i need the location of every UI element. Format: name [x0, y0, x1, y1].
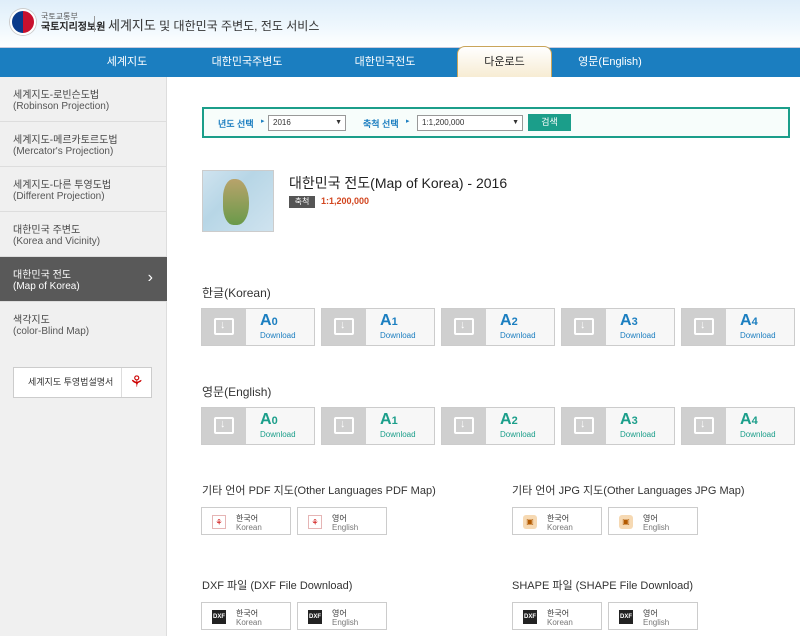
download-english-a4[interactable]: A4Download: [681, 407, 795, 445]
scale-label-arrow-icon: ▸: [406, 118, 410, 125]
dxf-icon: DXF: [523, 610, 537, 624]
other-jpg-english-button[interactable]: ▣ 영어 English: [608, 507, 698, 535]
download-folder-icon: [214, 318, 234, 335]
header-divider: [94, 16, 95, 32]
emblem-icon: [10, 9, 36, 35]
download-english-a3[interactable]: A3Download: [561, 407, 675, 445]
site-header: 국토교통부 국토지리정보원 세계지도 및 대한민국 주변도, 전도 서비스: [0, 0, 800, 48]
jpg-icon: ▣: [619, 515, 633, 529]
scale-value: 1:1,200,000: [321, 196, 370, 206]
download-folder-icon: [574, 417, 594, 434]
dropdown-arrow-icon: ▼: [512, 119, 519, 126]
dxf-icon: DXF: [212, 610, 226, 624]
download-folder-icon: [454, 417, 474, 434]
download-korean-a1[interactable]: A1Download: [321, 308, 435, 346]
map-title: 대한민국 전도(Map of Korea) - 2016: [289, 175, 508, 191]
nav-download[interactable]: 다운로드: [457, 46, 552, 77]
download-folder-icon: [694, 417, 714, 434]
korean-section-title: 한글(Korean): [202, 286, 271, 300]
download-folder-icon: [334, 318, 354, 335]
download-korean-a0[interactable]: A0Download: [201, 308, 315, 346]
scale-select[interactable]: 1:1,200,000 ▼: [417, 115, 523, 131]
scale-label: 축척 선택: [363, 119, 399, 129]
dxf-icon: DXF: [619, 610, 633, 624]
site-title: 세계지도 및 대한민국 주변도, 전도 서비스: [108, 18, 320, 33]
download-korean-a3[interactable]: A3Download: [561, 308, 675, 346]
nav-english[interactable]: 영문(English): [560, 48, 660, 77]
other-pdf-korean-button[interactable]: ⚘ 한국어 Korean: [201, 507, 291, 535]
dxf-icon: DXF: [308, 610, 322, 624]
projection-guide-button[interactable]: 세계지도 투영법설명서 ⚘: [13, 367, 152, 398]
dxf-english-button[interactable]: DXF 영어 English: [297, 602, 387, 630]
download-folder-icon: [334, 417, 354, 434]
dxf-title: DXF 파일 (DXF File Download): [202, 580, 353, 592]
shape-title: SHAPE 파일 (SHAPE File Download): [512, 580, 694, 592]
pdf-icon: ⚘: [308, 515, 322, 529]
year-label-arrow-icon: ▸: [261, 118, 265, 125]
search-button[interactable]: 검색: [528, 114, 571, 131]
main-content: 년도 선택 ▸ 2016 ▼ 축척 선택 ▸ 1:1,200,000 ▼ 검색 대한…: [168, 77, 800, 636]
other-pdf-english-button[interactable]: ⚘ 영어 English: [297, 507, 387, 535]
download-folder-icon: [454, 318, 474, 335]
agency-logo[interactable]: 국토교통부 국토지리정보원: [10, 9, 105, 35]
pdf-icon: ⚘: [212, 515, 226, 529]
nav-korea-vicinity[interactable]: 대한민국주변도: [192, 48, 302, 77]
dropdown-arrow-icon: ▼: [335, 119, 342, 126]
english-section-title: 영문(English): [202, 385, 272, 399]
download-korean-a2[interactable]: A2Download: [441, 308, 555, 346]
other-jpg-title: 기타 언어 JPG 지도(Other Languages JPG Map): [512, 485, 745, 497]
year-select[interactable]: 2016 ▼: [268, 115, 346, 131]
jpg-icon: ▣: [523, 515, 537, 529]
nav-world-map[interactable]: 세계지도: [72, 48, 182, 77]
other-pdf-title: 기타 언어 PDF 지도(Other Languages PDF Map): [202, 485, 436, 497]
download-folder-icon: [214, 417, 234, 434]
search-box: 년도 선택 ▸ 2016 ▼ 축척 선택 ▸ 1:1,200,000 ▼ 검색: [202, 107, 790, 138]
year-label: 년도 선택: [218, 119, 254, 129]
main-nav: 세계지도 대한민국주변도 대한민국전도 다운로드 영문(English): [0, 46, 800, 77]
org-small: 국토교통부: [41, 12, 78, 21]
pdf-icon: ⚘: [121, 368, 151, 397]
other-jpg-korean-button[interactable]: ▣ 한국어 Korean: [512, 507, 602, 535]
download-english-a0[interactable]: A0Download: [201, 407, 315, 445]
shape-korean-button[interactable]: DXF 한국어 Korean: [512, 602, 602, 630]
sidebar-item-robinson[interactable]: 세계지도-로빈슨도법 (Robinson Projection): [0, 77, 167, 122]
sidebar-item-korea-vicinity[interactable]: 대한민국 주변도 (Korea and Vicinity): [0, 212, 167, 257]
download-folder-icon: [694, 318, 714, 335]
org-name: 국토지리정보원: [41, 22, 106, 33]
download-english-a1[interactable]: A1Download: [321, 407, 435, 445]
chevron-right-icon: ›: [147, 269, 153, 286]
sidebar-item-different[interactable]: 세계지도-다른 투영도법 (Different Projection): [0, 167, 167, 212]
sidebar: 세계지도-로빈슨도법 (Robinson Projection) 세계지도-메르…: [0, 77, 167, 636]
map-thumbnail[interactable]: [202, 170, 274, 232]
download-english-a2[interactable]: A2Download: [441, 407, 555, 445]
sidebar-item-colorblind[interactable]: 색각지도 (color-Blind Map): [0, 302, 167, 347]
sidebar-item-korea-map[interactable]: 대한민국 전도 (Map of Korea) ›: [0, 257, 167, 302]
download-folder-icon: [574, 318, 594, 335]
sidebar-item-mercator[interactable]: 세계지도-메르카토르도법 (Mercator's Projection): [0, 122, 167, 167]
download-korean-a4[interactable]: A4Download: [681, 308, 795, 346]
nav-korea-map[interactable]: 대한민국전도: [330, 48, 440, 77]
scale-badge: 축척: [289, 196, 315, 208]
shape-english-button[interactable]: DXF 영어 English: [608, 602, 698, 630]
dxf-korean-button[interactable]: DXF 한국어 Korean: [201, 602, 291, 630]
